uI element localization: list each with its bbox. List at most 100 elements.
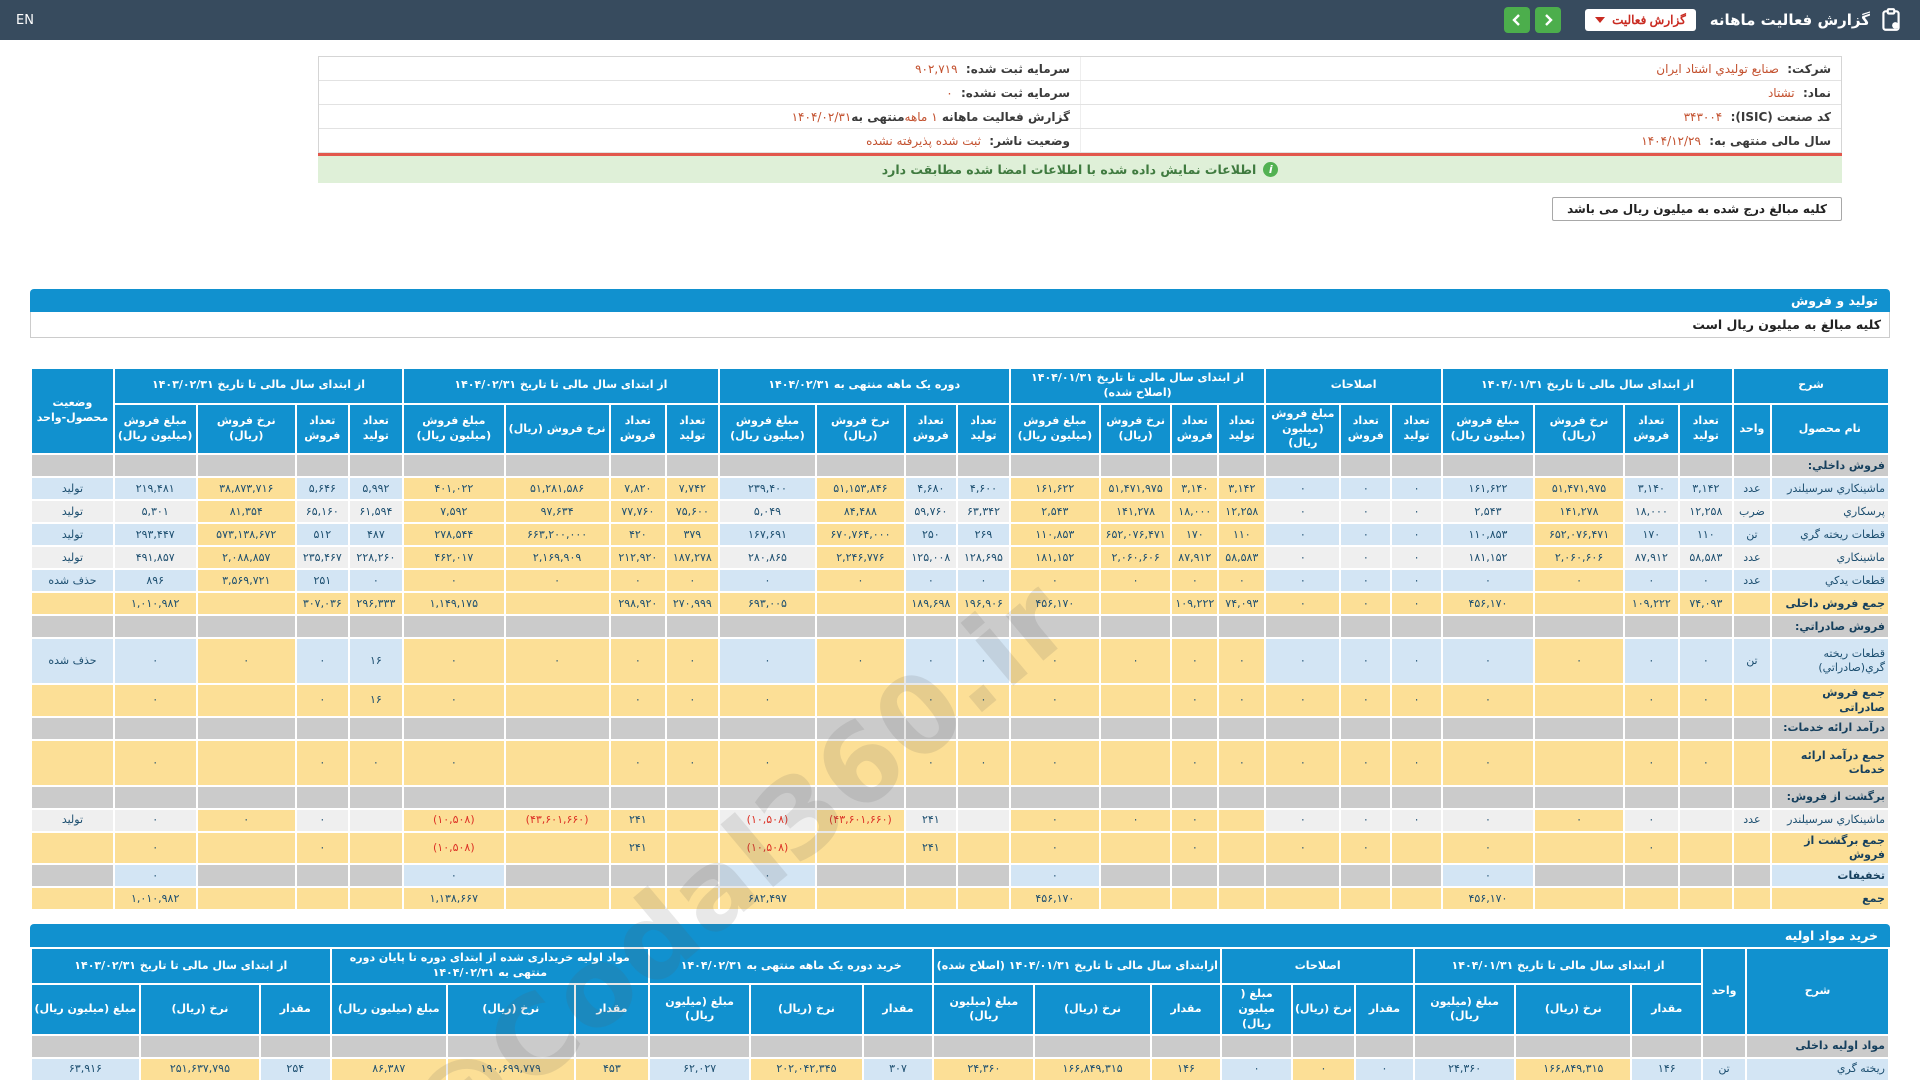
table-cell bbox=[1100, 717, 1171, 739]
table-cell: ۲,۲۴۶,۷۷۶ bbox=[817, 547, 904, 569]
table-cell bbox=[1734, 616, 1770, 638]
table-cell: ۰ bbox=[1392, 547, 1441, 569]
table-cell bbox=[404, 786, 504, 808]
column-header: تعداد فروش bbox=[1341, 404, 1391, 454]
table-cell bbox=[1100, 865, 1171, 887]
table-cell: ۱۷۰ bbox=[1625, 524, 1678, 546]
table-cell bbox=[1172, 455, 1218, 477]
table-cell: تن bbox=[1703, 1058, 1745, 1080]
table-cell bbox=[958, 455, 1009, 477]
info-label: سرمایه ثبت شده: bbox=[957, 61, 1070, 76]
previous-report-button[interactable] bbox=[1504, 7, 1531, 33]
table-cell: ۰ bbox=[1219, 685, 1265, 716]
table-cell bbox=[1625, 455, 1678, 477]
table-cell bbox=[197, 593, 296, 615]
table-cell bbox=[1679, 616, 1733, 638]
table-cell bbox=[1534, 717, 1624, 739]
table-cell bbox=[297, 786, 348, 808]
table-cell: ۰ bbox=[1010, 570, 1099, 592]
next-report-button[interactable] bbox=[1535, 7, 1562, 33]
table-cell: ۱۱۰ bbox=[1219, 524, 1265, 546]
table-cell bbox=[934, 1035, 1034, 1057]
table-cell: ۳,۱۴۲ bbox=[1679, 478, 1733, 500]
table-cell bbox=[140, 1035, 259, 1057]
info-value: ۰ bbox=[946, 85, 953, 100]
table-cell: ۳,۱۴۰ bbox=[1625, 478, 1678, 500]
table-cell: ۰ bbox=[1392, 478, 1441, 500]
table-cell bbox=[1734, 717, 1770, 739]
column-group-header: از ابتدای سال مالی تا تاریخ ۱۴۰۴/۰۲/۳۱ bbox=[404, 369, 718, 403]
table-cell: (۱۰,۵۰۸) bbox=[404, 809, 504, 831]
table-cell bbox=[610, 455, 666, 477]
table-cell: ۰ bbox=[1010, 832, 1099, 864]
table-cell bbox=[505, 593, 609, 615]
table-cell bbox=[667, 786, 718, 808]
table-cell bbox=[863, 1035, 933, 1057]
table-cell: ۷۵,۶۰۰ bbox=[667, 501, 718, 523]
table-cell bbox=[32, 616, 113, 638]
table-cell bbox=[1266, 865, 1340, 887]
table-cell: جمع bbox=[1771, 888, 1888, 910]
column-group-header: واحد bbox=[1703, 949, 1745, 1034]
table-cell: ۰ bbox=[905, 570, 957, 592]
table-cell: ۰ bbox=[1341, 570, 1391, 592]
language-switch-link[interactable]: EN bbox=[16, 13, 34, 28]
table-cell: ۰ bbox=[1266, 593, 1340, 615]
column-header: مبلغ فروش (میلیون ریال) bbox=[1442, 404, 1533, 454]
table-cell bbox=[1534, 593, 1624, 615]
table-cell: ۵,۳۰۱ bbox=[114, 501, 196, 523]
table-cell bbox=[817, 832, 904, 864]
table-cell bbox=[404, 455, 504, 477]
table-cell: ۷,۷۴۲ bbox=[667, 478, 718, 500]
table-cell: ۲۴,۳۶۰ bbox=[934, 1058, 1034, 1080]
table-cell: تن bbox=[1734, 524, 1770, 546]
table-cell: ۰ bbox=[1392, 740, 1441, 785]
table-cell: ۰ bbox=[1442, 685, 1533, 716]
table-cell bbox=[349, 455, 403, 477]
report-type-dropdown[interactable]: گزارش فعالیت bbox=[1585, 9, 1696, 31]
table-cell bbox=[32, 685, 113, 716]
table-cell: ۰ bbox=[1341, 809, 1391, 831]
table-cell: ۱۸۱,۱۵۲ bbox=[1442, 547, 1533, 569]
table-cell: ۰ bbox=[610, 639, 666, 684]
table-cell: (۱۰,۵۰۸) bbox=[404, 832, 504, 864]
table-cell bbox=[958, 809, 1009, 831]
table-cell bbox=[505, 888, 609, 910]
table-cell: جمع درآمد ارائه خدمات bbox=[1771, 740, 1888, 785]
table-cell bbox=[1734, 740, 1770, 785]
table-cell: ۰ bbox=[197, 639, 296, 684]
table-cell: ۴۵۶,۱۷۰ bbox=[1442, 888, 1533, 910]
table-cell: ۰ bbox=[1341, 524, 1391, 546]
table-cell: ۰ bbox=[1679, 685, 1733, 716]
signature-match-alert: i اطلاعات نمایش داده شده با اطلاعات امضا… bbox=[318, 156, 1842, 183]
table-cell: ۰ bbox=[1266, 501, 1340, 523]
table-cell: ۰ bbox=[1222, 1058, 1291, 1080]
info-value: ثبت شده پذیرفته نشده bbox=[866, 133, 981, 148]
table-cell: ۰ bbox=[1100, 809, 1171, 831]
production-sales-section: تولید و فروش کلیه مبالغ به میلیون ریال ا… bbox=[30, 289, 1890, 912]
info-label: وضعیت ناشر: bbox=[980, 133, 1070, 148]
column-header: تعداد تولید bbox=[1392, 404, 1441, 454]
table-cell bbox=[1010, 616, 1099, 638]
table-cell: ۵۱,۲۸۱,۵۸۶ bbox=[505, 478, 609, 500]
table-cell bbox=[1292, 1035, 1354, 1057]
table-cell: ۲۴۱ bbox=[610, 832, 666, 864]
table-cell bbox=[817, 740, 904, 785]
table-cell bbox=[1266, 888, 1340, 910]
table-cell: ۱۷۰ bbox=[1172, 524, 1218, 546]
table-cell: ۰ bbox=[1679, 570, 1733, 592]
table-cell bbox=[1392, 786, 1441, 808]
raw-materials-table: شرح واحد از ابتدای سال مالی تا تاریخ ۱۴۰۴/… bbox=[30, 947, 1890, 1080]
table-cell: ۲,۵۴۳ bbox=[1442, 501, 1533, 523]
table-cell: ۱۴۱,۲۷۸ bbox=[1100, 501, 1171, 523]
table-cell bbox=[667, 888, 718, 910]
table-cell: ۰ bbox=[1266, 639, 1340, 684]
table-cell bbox=[114, 455, 196, 477]
table-cell bbox=[1266, 616, 1340, 638]
table-cell bbox=[667, 809, 718, 831]
table-cell: ۰ bbox=[1266, 478, 1340, 500]
table-cell bbox=[1734, 865, 1770, 887]
table-cell: ۷,۸۲۰ bbox=[610, 478, 666, 500]
info-label: گزارش فعالیت ماهانه bbox=[937, 109, 1070, 124]
company-info-block: شرکت: صنایع تولیدي اشتاد ایران سرمایه ثبت… bbox=[318, 56, 1842, 183]
